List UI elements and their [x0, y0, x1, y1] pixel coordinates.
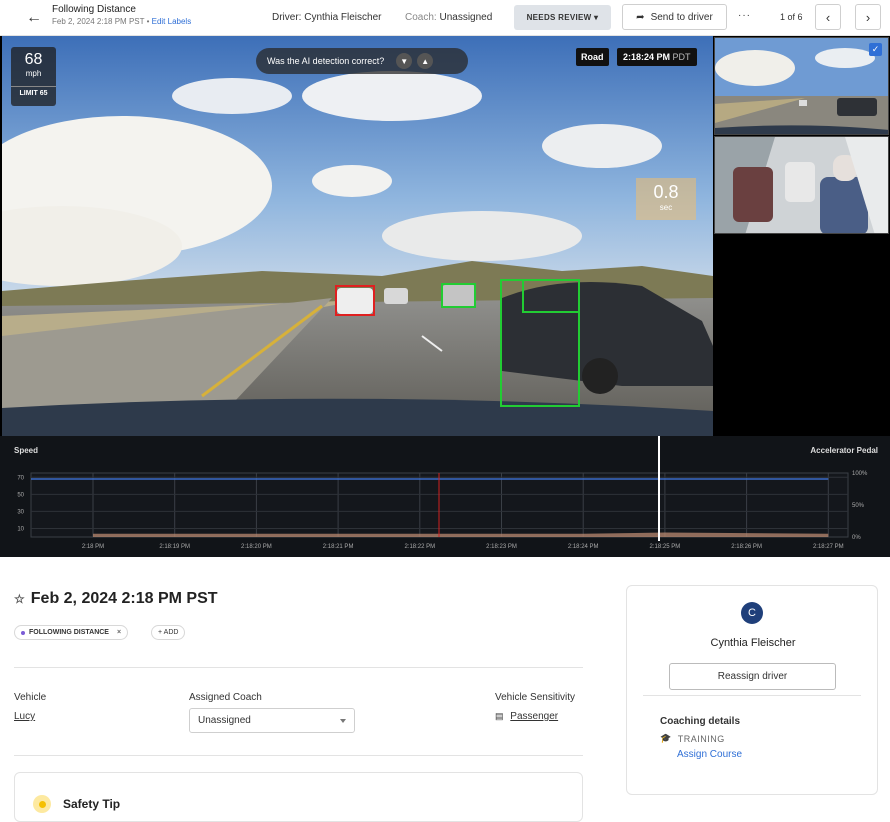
time-tick-label: 2:18:22 PM: [404, 544, 435, 550]
ai-feedback-pill: Was the AI detection correct? ▼ ▲: [256, 48, 468, 74]
top-bar: ← Following Distance Feb 2, 2024 2:18 PM…: [0, 0, 890, 36]
driver-name: Cynthia Fleischer: [710, 637, 796, 649]
camera-label: Road: [576, 48, 609, 66]
graduation-cap-icon: 🎓: [660, 733, 672, 743]
speed-overlay: 68 mph LIMIT 65: [11, 47, 56, 106]
chevron-right-icon: ›: [865, 9, 871, 25]
divider: [643, 695, 861, 696]
send-to-driver-label: Send to driver: [650, 11, 713, 23]
chevron-left-icon: ‹: [825, 9, 831, 25]
road-camera-view[interactable]: [2, 36, 713, 436]
vehicle-sensitivity-label: Vehicle Sensitivity: [495, 692, 576, 703]
car-icon: ▤: [495, 711, 504, 721]
back-arrow-icon[interactable]: ←: [24, 8, 44, 28]
event-type-title: Following Distance: [52, 4, 136, 15]
training-label: TRAINING: [677, 733, 725, 744]
video-player[interactable]: 68 mph LIMIT 65 Was the AI detection cor…: [0, 36, 890, 436]
event-tag-label: FOLLOWING DISTANCE: [29, 629, 109, 636]
remove-tag-icon[interactable]: ×: [117, 629, 121, 636]
event-title-block: Following Distance Feb 2, 2024 2:18 PM P…: [52, 4, 191, 26]
caret-down-icon: [340, 719, 346, 723]
telemetry-chart-plot[interactable]: 70 50 30 10 100% 50% 0% 2:18 PM 2:18:19 PM 2:18:2…: [0, 436, 890, 557]
reassign-driver-button[interactable]: Reassign driver: [669, 663, 836, 690]
speed-value: 68: [24, 51, 43, 68]
vehicle-sensitivity-value[interactable]: ▤ Passenger: [495, 711, 558, 722]
driver-card: C Cynthia Fleischer Reassign driver Coac…: [626, 585, 878, 795]
assigned-coach-value: Unassigned: [198, 715, 251, 726]
time-tick-label: 2:18:25 PM: [650, 544, 681, 550]
speed-limit: LIMIT 65: [11, 86, 56, 97]
driver-label: Driver: Cynthia Fleischer: [272, 12, 382, 23]
speed-unit: mph: [25, 69, 42, 78]
timestamp-time: 2:18:24 PM: [623, 52, 671, 62]
pager-count: 1 of 6: [780, 12, 803, 22]
assigned-coach-label: Assigned Coach: [189, 692, 262, 703]
event-subtitle: Feb 2, 2024 2:18 PM PST • Edit Labels: [52, 17, 192, 26]
avatar: C: [741, 602, 763, 624]
time-tick-label: 2:18:27 PM: [813, 544, 844, 550]
video-timestamp: 2:18:24 PM PDT: [617, 48, 697, 66]
time-tick-label: 2:18:24 PM: [568, 544, 599, 550]
speed-tick-label: 10: [17, 526, 24, 532]
assigned-coach-select[interactable]: Unassigned: [189, 708, 355, 733]
star-icon[interactable]: ☆: [14, 592, 25, 606]
coach-label: Coach: Unassigned: [405, 12, 492, 23]
next-event-button[interactable]: ›: [855, 4, 881, 30]
coaching-details-title: Coaching details: [660, 716, 741, 727]
selected-checkbox-icon[interactable]: ✓: [869, 43, 882, 56]
time-tick-label: 2:18 PM: [82, 544, 104, 550]
training-row: 🎓 TRAINING: [660, 733, 725, 744]
divider: [14, 755, 583, 756]
speed-tick-label: 50: [17, 492, 24, 498]
speed-tick-label: 70: [17, 475, 24, 481]
divider: [14, 667, 583, 668]
coach-key: Coach:: [405, 12, 437, 23]
assign-course-link[interactable]: Assign Course: [677, 749, 742, 760]
pedal-tick-label: 0%: [852, 535, 861, 541]
thumbs-up-icon[interactable]: ▲: [417, 53, 434, 69]
event-heading-text: Feb 2, 2024 2:18 PM PST: [30, 590, 218, 607]
status-dropdown-button[interactable]: NEEDS REVIEW ▾: [514, 5, 611, 30]
event-datetime: Feb 2, 2024 2:18 PM PST: [52, 17, 145, 26]
event-tag: FOLLOWING DISTANCE ×: [14, 625, 129, 640]
pedal-tick-label: 50%: [852, 503, 865, 509]
coach-value: Unassigned: [439, 12, 493, 23]
ai-question-text: Was the AI detection correct?: [267, 56, 385, 66]
share-arrow-icon: ➦: [636, 11, 645, 23]
previous-event-button[interactable]: ‹: [815, 4, 841, 30]
pedal-tick-label: 100%: [852, 471, 868, 477]
send-to-driver-button[interactable]: ➦ Send to driver: [622, 4, 727, 30]
time-tick-label: 2:18:26 PM: [731, 544, 762, 550]
time-tick-label: 2:18:19 PM: [159, 544, 190, 550]
lightbulb-icon: [33, 795, 51, 813]
vehicle-link[interactable]: Lucy: [14, 711, 35, 722]
speed-tick-label: 30: [17, 509, 24, 515]
time-tick-label: 2:18:23 PM: [486, 544, 517, 550]
more-options-button[interactable]: ···: [738, 10, 751, 21]
tag-dot-icon: [21, 630, 25, 635]
safety-tip-card: Safety Tip: [14, 772, 583, 822]
add-tag-button[interactable]: + ADD: [151, 625, 186, 640]
cabin-camera-thumbnail[interactable]: [714, 136, 889, 234]
vehicle-label: Vehicle: [14, 692, 47, 703]
telemetry-chart[interactable]: Speed Accelerator Pedal 70 50 30 10 100% 50% 0…: [0, 436, 890, 557]
time-tick-label: 2:18:21 PM: [323, 544, 354, 550]
event-heading: ☆ Feb 2, 2024 2:18 PM PST: [14, 590, 218, 608]
road-camera-thumbnail[interactable]: [714, 37, 889, 135]
following-distance-unit: sec: [659, 203, 673, 212]
road-scene-image: [2, 36, 713, 436]
road-thumbnail-image: [715, 38, 888, 134]
following-distance-overlay: 0.8 sec: [636, 178, 696, 220]
edit-labels-link[interactable]: Edit Labels: [152, 17, 192, 26]
thumbs-down-icon[interactable]: ▼: [396, 53, 413, 69]
timestamp-zone: PDT: [672, 52, 691, 62]
cabin-thumbnail-image: [715, 137, 888, 233]
vehicle-sensitivity-text: Passenger: [510, 711, 559, 722]
time-tick-label: 2:18:20 PM: [241, 544, 272, 550]
following-distance-value: 0.8: [653, 182, 679, 202]
